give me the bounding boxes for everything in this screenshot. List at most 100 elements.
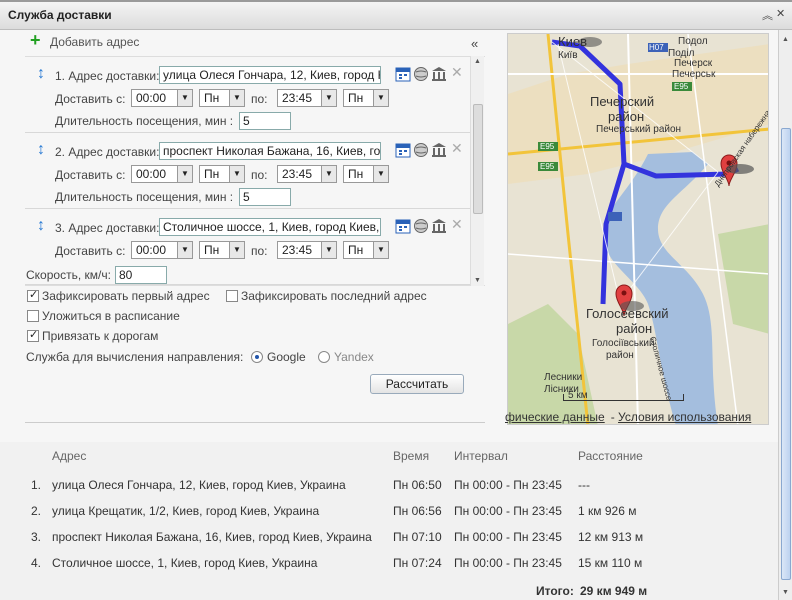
from-time-select[interactable]: 00:00 ▼ [131, 241, 193, 259]
scroll-thumb[interactable] [473, 104, 483, 214]
dropdown-icon: ▼ [177, 90, 192, 106]
dropdown-icon: ▼ [321, 90, 336, 106]
calendar-icon[interactable] [395, 66, 411, 82]
dropdown-icon: ▼ [373, 90, 388, 106]
to-day-select[interactable]: Пн ▼ [343, 165, 389, 183]
plus-icon: + [30, 30, 41, 50]
yandex-label: Yandex [334, 350, 374, 364]
fix-first-checkbox[interactable] [27, 288, 39, 302]
to-label: по: [251, 92, 268, 106]
address-list-scrollbar[interactable]: ▲ ▼ [470, 56, 484, 286]
globe-icon[interactable] [413, 66, 429, 82]
address-panel: + Добавить адрес « ↕ 1. Адрес доставки: … [0, 30, 500, 440]
duration-input[interactable]: 5 [239, 188, 291, 206]
google-radio[interactable] [251, 351, 263, 363]
calculate-button[interactable]: Рассчитать [370, 374, 464, 394]
header-interval: Интервал [454, 449, 508, 463]
scroll-up-icon[interactable]: ▲ [782, 36, 789, 43]
table-row: 4. Столичное шоссе, 1, Киев, город Киев,… [31, 556, 643, 570]
from-time-select[interactable]: 00:00 ▼ [131, 89, 193, 107]
fix-first-label: Зафиксировать первый адрес [42, 289, 210, 303]
item-number: 1. [55, 69, 66, 83]
from-day-select[interactable]: Пн ▼ [199, 89, 245, 107]
map-footer: фические данные - Условия использования [505, 410, 752, 424]
to-label: по: [251, 244, 268, 258]
window-title: Служба доставки [8, 8, 112, 22]
speed-input[interactable]: 80 [115, 266, 167, 284]
map-canvas[interactable] [508, 34, 769, 425]
collapse-panel-icon[interactable]: « [471, 36, 478, 51]
delete-icon[interactable]: ✕ [451, 216, 467, 232]
address-input[interactable]: Столичное шоссе, 1, Киев, город Киев, [159, 218, 381, 236]
dropdown-icon: ▼ [229, 242, 244, 258]
service-label: Служба для вычисления направления: [26, 350, 244, 364]
snap-roads-label: Привязать к дорогам [42, 329, 159, 343]
address-item: ↕ 1. Адрес доставки: улица Олеся Гончара… [25, 57, 473, 133]
scroll-down-icon[interactable]: ▼ [474, 277, 481, 284]
divider [25, 422, 485, 423]
table-row: 3. проспект Николая Бажана, 16, Киев, го… [31, 530, 644, 544]
from-day-select[interactable]: Пн ▼ [199, 165, 245, 183]
schedule-checkbox[interactable] [27, 310, 39, 322]
item-number: 2. [55, 145, 66, 159]
item-number: 3. [55, 221, 66, 235]
from-day-select[interactable]: Пн ▼ [199, 241, 245, 259]
to-time-select[interactable]: 23:45 ▼ [277, 165, 337, 183]
dropdown-icon: ▼ [177, 166, 192, 182]
bank-icon[interactable] [431, 66, 447, 82]
address-input[interactable]: улица Олеся Гончара, 12, Киев, город К [159, 66, 381, 84]
address-item: ↕ 2. Адрес доставки: проспект Николая Ба… [25, 133, 473, 209]
map-data-link[interactable]: фические данные [505, 410, 605, 424]
to-time-select[interactable]: 23:45 ▼ [277, 89, 337, 107]
drag-handle-icon[interactable]: ↕ [37, 65, 45, 83]
dropdown-icon: ▼ [229, 90, 244, 106]
duration-input[interactable]: 5 [239, 112, 291, 130]
window-scrollbar[interactable]: ▲ ▼ [778, 30, 792, 600]
drag-handle-icon[interactable]: ↕ [37, 141, 45, 159]
calendar-icon[interactable] [395, 218, 411, 234]
delete-icon[interactable]: ✕ [451, 140, 467, 156]
address-input[interactable]: проспект Николая Бажана, 16, Киев, го [159, 142, 381, 160]
dropdown-icon: ▼ [373, 166, 388, 182]
address-label: Адрес доставки: [68, 145, 160, 159]
scroll-up-icon[interactable]: ▲ [474, 58, 481, 65]
address-label: Адрес доставки: [68, 69, 160, 83]
total-label: Итого: [536, 584, 574, 598]
bank-icon[interactable] [431, 218, 447, 234]
map-scale: 5 км [568, 390, 588, 401]
address-list: ↕ 1. Адрес доставки: улица Олеся Гончара… [25, 56, 485, 286]
fix-last-checkbox[interactable] [226, 290, 238, 302]
to-label: по: [251, 168, 268, 182]
dropdown-icon: ▼ [321, 166, 336, 182]
header-time: Время [393, 449, 430, 463]
fix-last-label: Зафиксировать последний адрес [241, 289, 427, 303]
scroll-thumb[interactable] [781, 128, 791, 580]
duration-label: Длительность посещения, мин : [55, 190, 234, 204]
deliver-from-label: Доставить с: [55, 168, 126, 182]
header-distance: Расстояние [578, 449, 643, 463]
deliver-from-label: Доставить с: [55, 92, 126, 106]
dropdown-icon: ▼ [177, 242, 192, 258]
yandex-radio[interactable] [318, 351, 330, 363]
to-day-select[interactable]: Пн ▼ [343, 241, 389, 259]
drag-handle-icon[interactable]: ↕ [37, 217, 45, 235]
from-time-select[interactable]: 00:00 ▼ [131, 165, 193, 183]
add-address-button[interactable]: + Добавить адрес [30, 30, 139, 50]
calendar-icon[interactable] [395, 142, 411, 158]
table-row: 2. улица Крещатик, 1/2, Киев, город Киев… [31, 504, 637, 518]
dropdown-icon: ▼ [229, 166, 244, 182]
delete-icon[interactable]: ✕ [451, 64, 467, 80]
to-day-select[interactable]: Пн ▼ [343, 89, 389, 107]
bank-icon[interactable] [431, 142, 447, 158]
to-time-select[interactable]: 23:45 ▼ [277, 241, 337, 259]
globe-icon[interactable] [413, 218, 429, 234]
close-window-icon[interactable]: ✕ [776, 7, 785, 20]
route-map[interactable]: Киев Київ Подол Поділ Печерск Печерськ Н… [507, 33, 769, 425]
deliver-from-label: Доставить с: [55, 244, 126, 258]
map-terms-link[interactable]: Условия использования [618, 410, 751, 424]
collapse-window-icon[interactable]: ︽ [762, 7, 773, 23]
globe-icon[interactable] [413, 142, 429, 158]
snap-roads-checkbox[interactable] [27, 328, 39, 342]
scroll-down-icon[interactable]: ▼ [782, 589, 789, 596]
schedule-label: Уложиться в расписание [42, 309, 180, 323]
